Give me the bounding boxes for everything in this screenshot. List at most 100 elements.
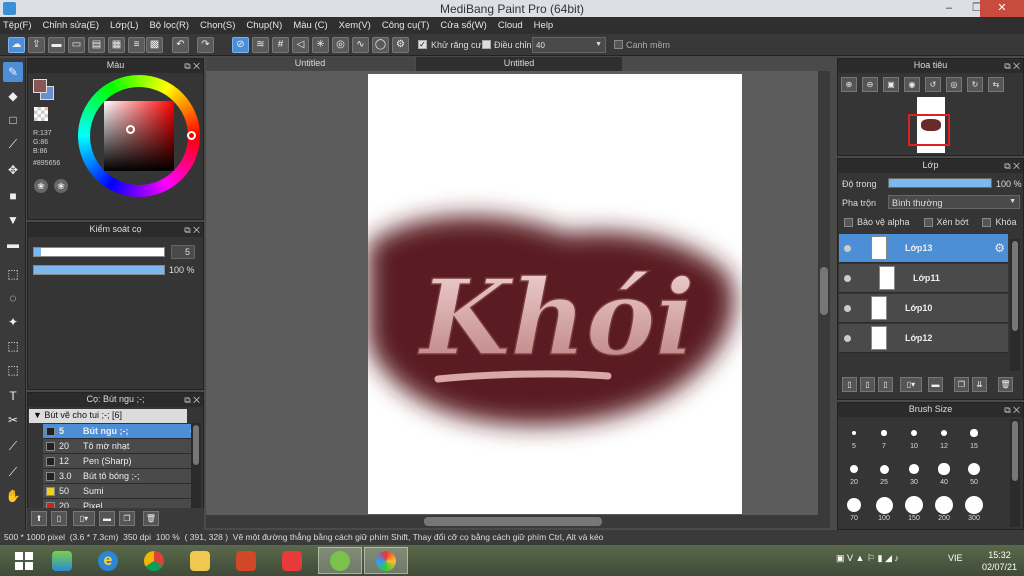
cross-snap-icon[interactable]: # xyxy=(272,37,289,53)
cloud-icon[interactable]: ☁ xyxy=(8,37,25,53)
palette-add-icon[interactable]: ❀ xyxy=(54,179,68,193)
brush-delete-icon[interactable]: 🗑 xyxy=(143,511,159,526)
transparent-swatch[interactable] xyxy=(34,107,48,121)
sv-picker-handle[interactable] xyxy=(126,125,135,134)
rotate-left-icon[interactable]: ↺ xyxy=(925,77,941,92)
brush-size-preset[interactable]: 50 xyxy=(960,459,988,486)
flip-icon[interactable]: ⇆ xyxy=(988,77,1004,92)
menu-file[interactable]: Tệp(F) xyxy=(3,20,32,31)
pages-icon[interactable]: ▦ xyxy=(108,37,125,53)
antialias-checkbox[interactable]: ✓ xyxy=(418,40,427,49)
brush-list-item[interactable]: 5Bút ngu ;-;⚙ xyxy=(43,424,201,439)
eye-icon[interactable] xyxy=(844,275,851,282)
panel-float-icon[interactable]: ⧉ ✕ xyxy=(184,60,200,73)
eyedropper-tool-icon[interactable]: ⟋ xyxy=(3,436,23,456)
redo-icon[interactable]: ↷ xyxy=(197,37,214,53)
protect-alpha-checkbox[interactable] xyxy=(844,217,853,227)
menu-help[interactable]: Help xyxy=(534,20,554,31)
layer-item[interactable]: Lớp10 xyxy=(839,294,1008,323)
brush-size-preset[interactable]: 12 xyxy=(930,423,958,450)
menu-edit[interactable]: Chỉnh sửa(E) xyxy=(43,20,100,31)
brush-copy-icon[interactable]: ❐ xyxy=(119,511,135,526)
add-layer-menu-icon[interactable]: ▯▾ xyxy=(900,377,922,392)
vertical-scrollbar[interactable] xyxy=(818,71,830,515)
select-tool-icon[interactable]: ⬚ xyxy=(3,264,23,284)
brush-list-item[interactable]: 20 Tô mờ nhạt xyxy=(43,439,201,454)
brush-size-preset[interactable]: 150 xyxy=(900,495,928,522)
brush-size-scrollbar[interactable] xyxy=(1010,419,1020,527)
zoom-in-icon[interactable]: ⊕ xyxy=(841,77,857,92)
brush-add-menu-icon[interactable]: ▯▾ xyxy=(73,511,95,526)
lasso-tool-icon[interactable]: ◌ xyxy=(3,288,23,308)
brush-size-preset[interactable]: 100 xyxy=(870,495,898,522)
magic-wand-tool-icon[interactable]: ✦ xyxy=(3,312,23,332)
brush-size-preset[interactable]: 15 xyxy=(960,423,988,450)
comment-icon[interactable]: ▭ xyxy=(68,37,85,53)
grid-icon[interactable]: ▩ xyxy=(146,37,163,53)
correction-select[interactable]: 40 ▼ xyxy=(532,37,606,53)
brush-download-icon[interactable]: ⬆ xyxy=(31,511,47,526)
snap-off-icon[interactable]: ⊘ xyxy=(232,37,249,53)
bluestacks-app-icon[interactable] xyxy=(40,547,84,574)
rect-select-tool-icon[interactable]: □ xyxy=(3,110,23,130)
actual-size-icon[interactable]: ◉ xyxy=(904,77,920,92)
lock-checkbox[interactable] xyxy=(982,217,992,227)
document-canvas[interactable]: Khói xyxy=(368,74,742,514)
language-indicator[interactable]: VIE xyxy=(948,553,963,563)
menu-select[interactable]: Chọn(S) xyxy=(200,20,235,31)
chat-icon[interactable]: ▬ xyxy=(48,37,65,53)
unikey-app-icon[interactable] xyxy=(270,547,314,574)
panel-float-icon[interactable]: ⧉ ✕ xyxy=(184,224,200,237)
move-tool-icon[interactable]: ✥ xyxy=(3,160,23,180)
brush-size-preset[interactable]: 7 xyxy=(870,423,898,450)
undo-icon[interactable]: ↶ xyxy=(172,37,189,53)
panel-float-icon[interactable]: ⧉ ✕ xyxy=(1004,404,1020,417)
navigator-viewport[interactable] xyxy=(908,114,950,146)
horizontal-scrollbar[interactable] xyxy=(206,515,830,528)
medibang-app-icon[interactable] xyxy=(318,547,362,574)
menu-cloud[interactable]: Cloud xyxy=(498,20,523,31)
circle-snap-icon[interactable]: ◎ xyxy=(332,37,349,53)
zoom-out-icon[interactable]: ⊖ xyxy=(862,77,878,92)
hue-ring[interactable] xyxy=(78,75,200,197)
snap-soft-checkbox[interactable] xyxy=(614,40,623,49)
internet-explorer-app-icon[interactable]: e xyxy=(86,547,130,574)
powerpoint-app-icon[interactable] xyxy=(224,547,268,574)
paint-app-icon[interactable] xyxy=(364,547,408,574)
reset-icon[interactable]: ◎ xyxy=(946,77,962,92)
list-icon[interactable]: ≡ xyxy=(128,37,145,53)
file-explorer-app-icon[interactable] xyxy=(178,547,222,574)
brush-add-icon[interactable]: ▯ xyxy=(51,511,67,526)
new-layer-icon[interactable]: ▯ xyxy=(842,377,857,392)
brush-size-slider[interactable] xyxy=(33,247,165,257)
ellipse-snap-icon[interactable]: ◯ xyxy=(372,37,389,53)
eye-icon[interactable] xyxy=(844,305,851,312)
brush-tool-icon[interactable]: ✎ xyxy=(3,62,23,82)
eraser-tool-icon[interactable]: ◆ xyxy=(3,86,23,106)
eye-icon[interactable] xyxy=(844,335,851,342)
new-halftone-layer-icon[interactable]: ▯ xyxy=(860,377,875,392)
menu-tools[interactable]: Công cụ(T) xyxy=(382,20,430,31)
menu-color[interactable]: Màu (C) xyxy=(293,20,327,31)
gear-icon[interactable]: ⚙ xyxy=(994,241,1005,255)
layer-scrollbar[interactable] xyxy=(1010,239,1020,371)
hue-picker-handle[interactable] xyxy=(187,131,196,140)
tab-untitled-1[interactable]: Untitled xyxy=(206,57,414,71)
brush-folder[interactable]: ▼ Bút vẽ cho tui ;-; [6] xyxy=(29,409,187,423)
fit-icon[interactable]: ▣ xyxy=(883,77,899,92)
menu-window[interactable]: Cửa sổ(W) xyxy=(440,20,486,31)
layer-folder-icon[interactable]: ▬ xyxy=(928,377,943,392)
tab-untitled-2[interactable]: Untitled xyxy=(416,57,622,71)
menu-filter[interactable]: Bộ lọc(R) xyxy=(149,20,189,31)
gradient-tool-icon[interactable]: ▬ xyxy=(3,234,23,254)
hand-tool-icon[interactable]: ✋ xyxy=(3,486,23,506)
chrome-app-icon[interactable] xyxy=(132,547,176,574)
brush-list-item[interactable]: 12 Pen (Sharp) xyxy=(43,454,201,469)
divide-tool-icon[interactable]: ✂ xyxy=(3,410,23,430)
correction-checkbox[interactable] xyxy=(482,40,491,49)
brush-size-preset[interactable]: 70 xyxy=(840,495,868,522)
brush-size-preset[interactable]: 30 xyxy=(900,459,928,486)
page-icon[interactable]: ▤ xyxy=(88,37,105,53)
blend-mode-select[interactable]: Bình thường ▼ xyxy=(888,195,1020,209)
curve-snap-icon[interactable]: ∿ xyxy=(352,37,369,53)
